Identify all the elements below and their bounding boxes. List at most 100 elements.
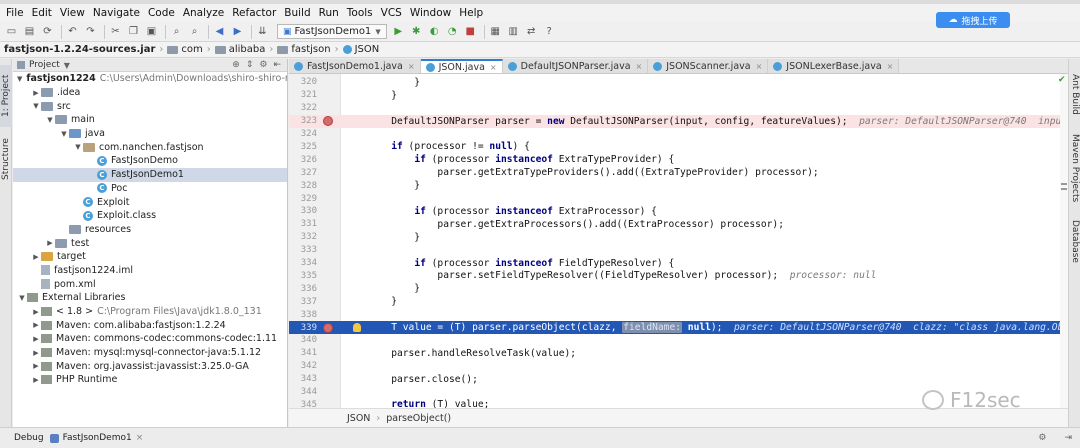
tree-item[interactable]: C Exploit: [13, 195, 287, 209]
tool-tab-maven-projects[interactable]: Maven Projects: [1069, 129, 1080, 207]
code-line[interactable]: 343 parser.close();: [289, 373, 1068, 386]
close-icon[interactable]: ×: [490, 63, 497, 72]
line-number[interactable]: 334: [289, 258, 317, 268]
menu-run[interactable]: Run: [315, 7, 343, 19]
coverage-icon[interactable]: ◐: [427, 24, 442, 39]
menu-file[interactable]: File: [2, 7, 28, 19]
line-number[interactable]: 341: [289, 348, 317, 358]
line-number[interactable]: 320: [289, 77, 317, 87]
redo-icon[interactable]: ↷: [83, 24, 98, 39]
editor-tab[interactable]: DefaultJSONParser.java ×: [502, 59, 649, 73]
code-line[interactable]: 322: [289, 102, 1068, 115]
project-panel-title[interactable]: Project: [29, 60, 60, 70]
help-icon[interactable]: ?: [542, 24, 557, 39]
chevron-down-icon[interactable]: ▼: [59, 130, 69, 138]
tool-tab-structure[interactable]: Structure: [0, 131, 12, 187]
tree-item[interactable]: C Poc: [13, 182, 287, 196]
forward-icon[interactable]: ▶: [230, 24, 245, 39]
sync-icon[interactable]: ⟳: [40, 24, 55, 39]
tree-item[interactable]: ▼ com.nanchen.fastjson: [13, 140, 287, 154]
tree-item[interactable]: ▶ Maven: mysql:mysql-connector-java:5.1.1…: [13, 346, 287, 360]
tree-item[interactable]: pom.xml: [13, 277, 287, 291]
tree-item[interactable]: ▶ Maven: commons-codec:commons-codec:1.11: [13, 332, 287, 346]
code-line[interactable]: 330 if (processor instanceof ExtraProces…: [289, 205, 1068, 218]
save-all-icon[interactable]: ▤: [22, 24, 37, 39]
code-line[interactable]: 331 parser.getExtraProcessors().add((Ext…: [289, 218, 1068, 231]
breakpoint-icon[interactable]: [323, 322, 333, 333]
line-number[interactable]: 335: [289, 271, 317, 281]
code-line[interactable]: 336 }: [289, 282, 1068, 295]
editor-tab[interactable]: JSONLexerBase.java ×: [768, 59, 900, 73]
code-line[interactable]: 326 if (processor instanceof ExtraTypePr…: [289, 153, 1068, 166]
undo-icon[interactable]: ↶: [65, 24, 80, 39]
chevron-down-icon[interactable]: ▼: [17, 75, 22, 83]
chevron-right-icon[interactable]: ▶: [31, 335, 41, 343]
code-line[interactable]: 325 if (processor != null) {: [289, 141, 1068, 154]
tree-item[interactable]: ▼ main: [13, 113, 287, 127]
code-editor[interactable]: 320 } 321 } 322 323 DefaultJSONParser parse…: [289, 74, 1080, 423]
breadcrumb-item[interactable]: JSON: [342, 44, 384, 55]
code-line[interactable]: 333: [289, 244, 1068, 257]
line-number[interactable]: 325: [289, 142, 317, 152]
chevron-down-icon[interactable]: ▼: [73, 143, 83, 151]
code-line[interactable]: 320 }: [289, 76, 1068, 89]
gear-icon[interactable]: ⚙: [1038, 433, 1046, 443]
line-number[interactable]: 344: [289, 387, 317, 397]
breakpoint-icon[interactable]: [323, 116, 333, 127]
tree-item[interactable]: ▼ External Libraries: [13, 291, 287, 305]
paste-icon[interactable]: ▣: [144, 24, 159, 39]
debug-tab-label[interactable]: Debug: [14, 433, 44, 443]
code-line[interactable]: 332 }: [289, 231, 1068, 244]
line-number[interactable]: 333: [289, 245, 317, 255]
vcs-icon[interactable]: ⇄: [524, 24, 539, 39]
chevron-right-icon[interactable]: ▶: [31, 308, 41, 316]
close-icon[interactable]: ×: [887, 62, 894, 71]
tree-item[interactable]: ▶ PHP Runtime: [13, 373, 287, 387]
code-line[interactable]: 335 parser.setFieldTypeResolver((FieldTy…: [289, 270, 1068, 283]
code-line[interactable]: 334 if (processor instanceof FieldTypeRe…: [289, 257, 1068, 270]
tool-tab-ant-build[interactable]: Ant Build: [1069, 65, 1080, 123]
editor-tab[interactable]: JSONScanner.java ×: [648, 59, 769, 73]
menu-navigate[interactable]: Navigate: [89, 7, 144, 19]
line-number[interactable]: 321: [289, 90, 317, 100]
code-line[interactable]: 340: [289, 334, 1068, 347]
chevron-right-icon[interactable]: ▶: [31, 89, 41, 97]
chevron-right-icon[interactable]: ▶: [31, 253, 41, 261]
line-number[interactable]: 338: [289, 310, 317, 320]
menu-vcs[interactable]: VCS: [377, 7, 406, 19]
line-number[interactable]: 324: [289, 129, 317, 139]
tool-tab-database[interactable]: Database: [1069, 215, 1080, 267]
run-configuration-select[interactable]: ▣ FastJsonDemo1 ▼: [277, 24, 387, 39]
upload-badge[interactable]: ☁ 拖拽上传: [936, 12, 1010, 28]
collapse-icon[interactable]: ⇕: [246, 60, 254, 70]
line-number[interactable]: 340: [289, 335, 317, 345]
code-line[interactable]: 338: [289, 308, 1068, 321]
breadcrumb-item[interactable]: fastjson ›: [277, 44, 342, 55]
cut-icon[interactable]: ✂: [108, 24, 123, 39]
menu-view[interactable]: View: [56, 7, 89, 19]
line-number[interactable]: 330: [289, 206, 317, 216]
close-icon[interactable]: ×: [408, 62, 415, 71]
line-number[interactable]: 342: [289, 361, 317, 371]
tree-item[interactable]: C FastJsonDemo: [13, 154, 287, 168]
back-icon[interactable]: ◀: [212, 24, 227, 39]
replace-icon[interactable]: ⌕: [187, 24, 202, 39]
code-line[interactable]: 339 T value = (T) parser.parseObject(cla…: [289, 321, 1080, 334]
menu-edit[interactable]: Edit: [28, 7, 56, 19]
menu-build[interactable]: Build: [280, 7, 314, 19]
menu-tools[interactable]: Tools: [343, 7, 377, 19]
menu-refactor[interactable]: Refactor: [228, 7, 280, 19]
line-number[interactable]: 337: [289, 297, 317, 307]
tree-item[interactable]: C Exploit.class: [13, 209, 287, 223]
code-line[interactable]: 323 DefaultJSONParser parser = new Defau…: [289, 114, 1073, 128]
close-icon[interactable]: ×: [756, 62, 763, 71]
close-icon[interactable]: ×: [136, 433, 144, 443]
copy-icon[interactable]: ❐: [126, 24, 141, 39]
line-number[interactable]: 343: [289, 374, 317, 384]
chevron-right-icon[interactable]: ▶: [31, 362, 41, 370]
tree-item[interactable]: C FastJsonDemo1: [13, 167, 287, 182]
tree-item[interactable]: ▼ src: [13, 99, 287, 113]
open-folder-icon[interactable]: ▭: [4, 24, 19, 39]
tree-item[interactable]: ▶ Maven: com.alibaba:fastjson:1.2.24: [13, 318, 287, 332]
line-number[interactable]: 332: [289, 232, 317, 242]
